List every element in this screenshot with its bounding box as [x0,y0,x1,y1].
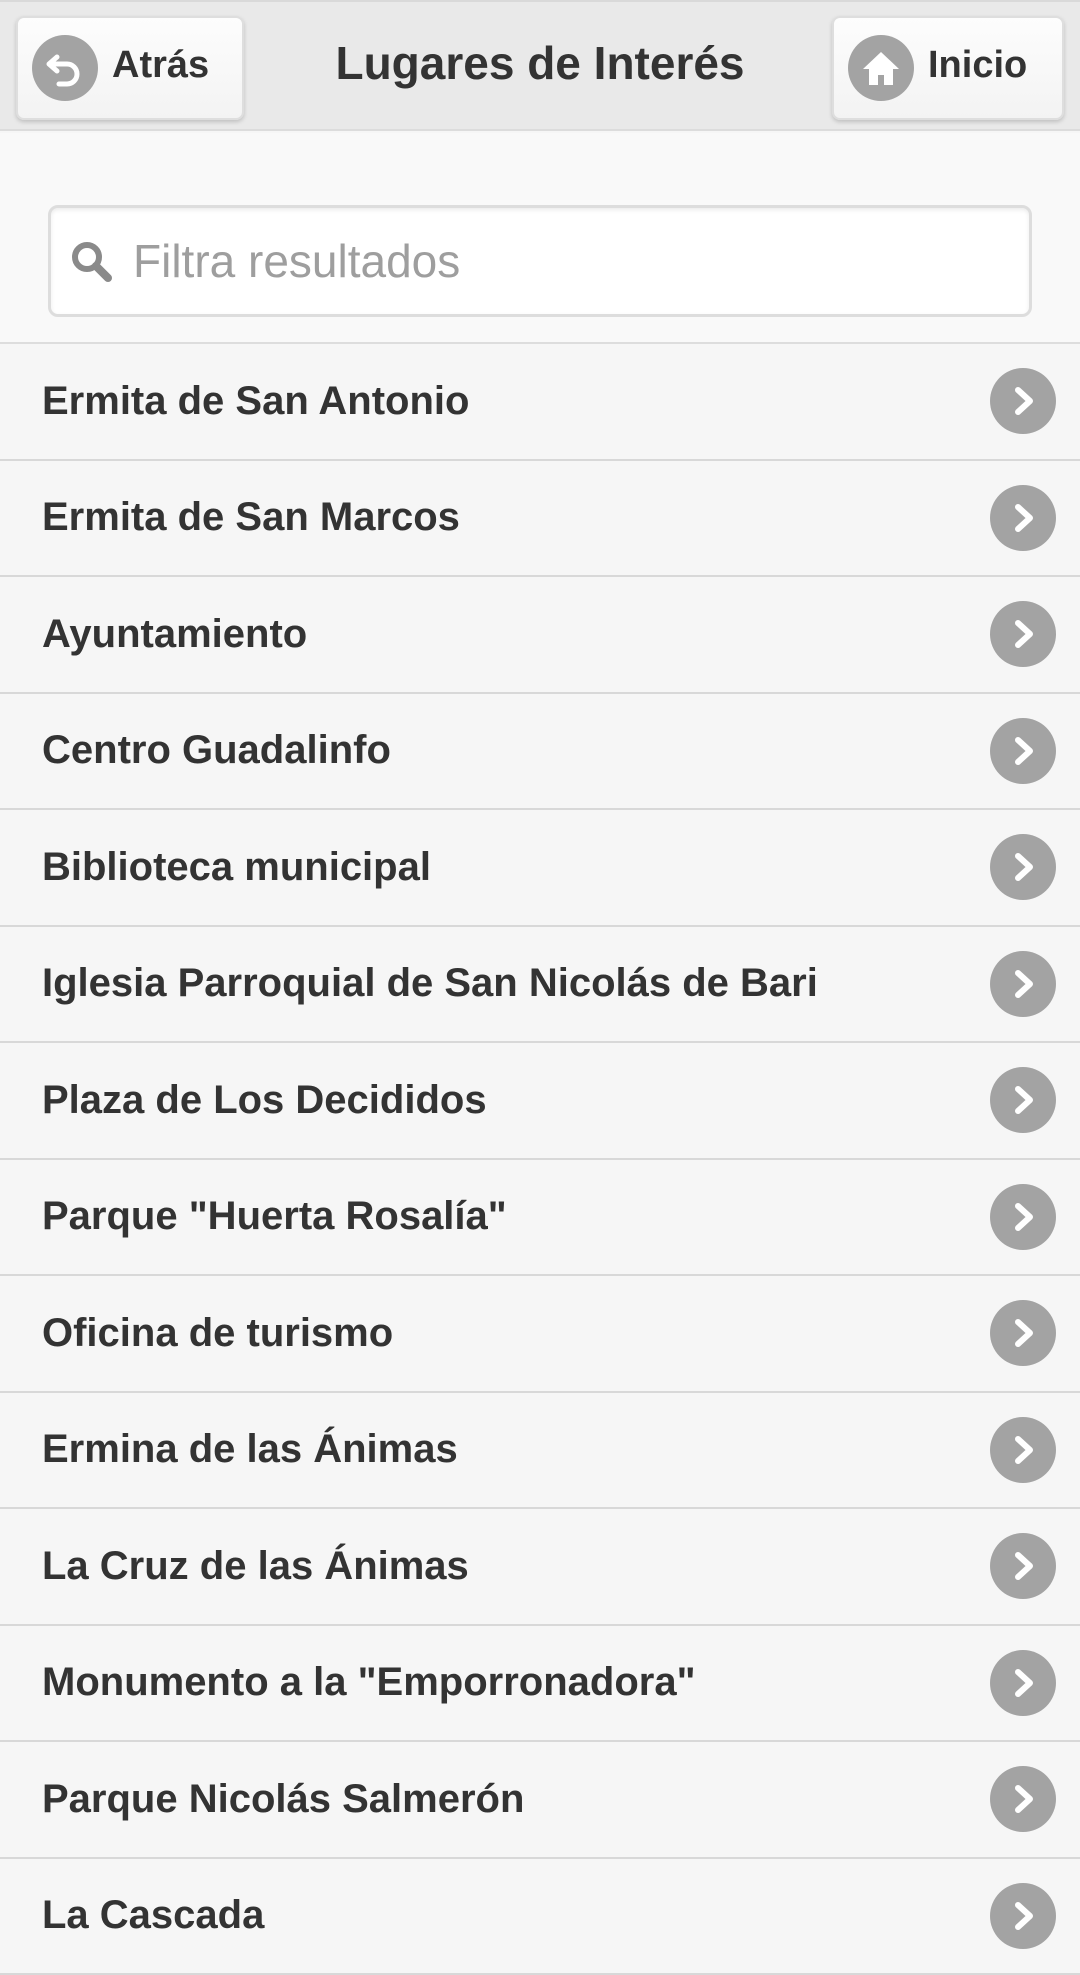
chevron-right-icon [990,834,1056,900]
home-icon [848,35,914,101]
list-item[interactable]: Monumento a la "Emporronadora" [0,1626,1080,1743]
list-item[interactable]: La Cruz de las Ánimas [0,1509,1080,1626]
chevron-right-icon [990,1067,1056,1133]
list-item-label: Parque "Huerta Rosalía" [42,1194,507,1239]
list-item[interactable]: La Cascada [0,1859,1080,1975]
page-title: Lugares de Interés [250,36,830,90]
list-item-label: Ermita de San Antonio [42,379,469,424]
list-item-label: Plaza de Los Decididos [42,1078,487,1123]
header-bar: Atrás Lugares de Interés Inicio [0,0,1080,131]
list-item-label: Iglesia Parroquial de San Nicolás de Bar… [42,961,818,1006]
chevron-right-icon [990,1184,1056,1250]
search-input[interactable] [133,234,993,288]
chevron-right-icon [990,485,1056,551]
home-button[interactable]: Inicio [832,16,1064,120]
list-item[interactable]: Parque Nicolás Salmerón [0,1742,1080,1859]
list-item[interactable]: Parque "Huerta Rosalía" [0,1160,1080,1277]
list-item[interactable]: Biblioteca municipal [0,810,1080,927]
chevron-right-icon [990,368,1056,434]
chevron-right-icon [990,1533,1056,1599]
list-item[interactable]: Ermina de las Ánimas [0,1393,1080,1510]
search-field[interactable] [48,205,1032,317]
chevron-right-icon [990,601,1056,667]
list-item[interactable]: Ermita de San Marcos [0,461,1080,578]
chevron-right-icon [990,1417,1056,1483]
list-item-label: Centro Guadalinfo [42,728,391,773]
chevron-right-icon [990,1883,1056,1949]
places-list: Ermita de San Antonio Ermita de San Marc… [0,344,1080,1975]
list-item-label: Oficina de turismo [42,1311,393,1356]
list-item[interactable]: Oficina de turismo [0,1276,1080,1393]
chevron-right-icon [990,718,1056,784]
back-button-label: Atrás [112,44,209,87]
list-item-label: Monumento a la "Emporronadora" [42,1660,696,1705]
chevron-right-icon [990,1300,1056,1366]
back-button[interactable]: Atrás [16,16,244,120]
list-item[interactable]: Iglesia Parroquial de San Nicolás de Bar… [0,927,1080,1044]
search-icon [65,235,117,287]
chevron-right-icon [990,1650,1056,1716]
list-item-label: Ermina de las Ánimas [42,1427,458,1472]
list-item-label: Ayuntamiento [42,612,307,657]
list-item-label: La Cruz de las Ánimas [42,1544,469,1589]
back-arrow-icon [32,35,98,101]
list-item-label: La Cascada [42,1893,264,1938]
list-item-label: Ermita de San Marcos [42,495,460,540]
list-item[interactable]: Plaza de Los Decididos [0,1043,1080,1160]
home-button-label: Inicio [928,44,1027,87]
list-item[interactable]: Ermita de San Antonio [0,344,1080,461]
list-item[interactable]: Ayuntamiento [0,577,1080,694]
chevron-right-icon [990,951,1056,1017]
chevron-right-icon [990,1766,1056,1832]
list-item-label: Biblioteca municipal [42,845,431,890]
list-item-label: Parque Nicolás Salmerón [42,1777,524,1822]
list-item[interactable]: Centro Guadalinfo [0,694,1080,811]
search-area [0,133,1080,344]
